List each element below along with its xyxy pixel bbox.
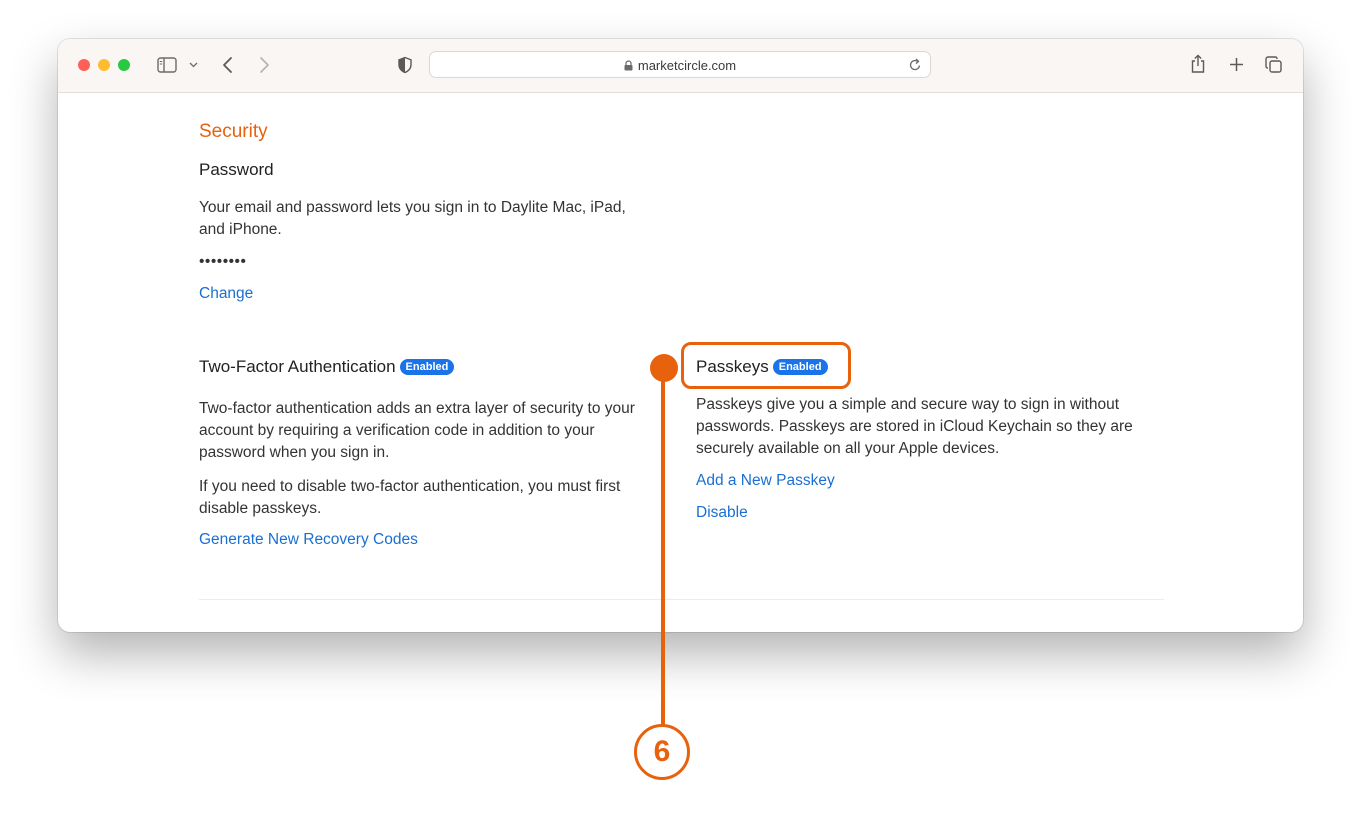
callout-leader-line bbox=[661, 368, 665, 726]
callout-number: 6 bbox=[634, 724, 690, 780]
plus-icon[interactable] bbox=[1229, 57, 1244, 72]
section-divider bbox=[199, 599, 1164, 600]
passkeys-description-line2: passwords. Passkeys are stored in iCloud… bbox=[696, 418, 1133, 435]
chevron-down-icon[interactable] bbox=[189, 62, 198, 68]
add-passkey-link[interactable]: Add a New Passkey bbox=[696, 472, 835, 490]
shield-icon[interactable] bbox=[397, 56, 413, 74]
two-factor-description-line2: account by requiring a verification code… bbox=[199, 422, 595, 439]
forward-icon[interactable] bbox=[258, 56, 270, 74]
change-password-link[interactable]: Change bbox=[199, 285, 253, 303]
two-factor-heading: Two-Factor Authentication bbox=[199, 357, 396, 376]
tabs-overview-icon[interactable] bbox=[1265, 56, 1283, 74]
password-description-line1: Your email and password lets you sign in… bbox=[199, 199, 626, 216]
zoom-window-button[interactable] bbox=[118, 59, 130, 71]
lock-icon bbox=[624, 60, 633, 71]
disable-passkeys-link[interactable]: Disable bbox=[696, 504, 748, 522]
share-icon[interactable] bbox=[1190, 54, 1206, 74]
back-icon[interactable] bbox=[222, 56, 234, 74]
two-factor-description-line1: Two-factor authentication adds an extra … bbox=[199, 400, 635, 417]
passkeys-description-line1: Passkeys give you a simple and secure wa… bbox=[696, 396, 1120, 413]
url-text: marketcircle.com bbox=[637, 58, 737, 73]
two-factor-description-line3: password when you sign in. bbox=[199, 444, 390, 461]
reload-icon[interactable] bbox=[909, 58, 922, 72]
password-description-line2: and iPhone. bbox=[199, 221, 282, 238]
generate-recovery-codes-link[interactable]: Generate New Recovery Codes bbox=[199, 531, 418, 549]
two-factor-heading-row: Two-Factor Authentication Enabled bbox=[199, 357, 455, 377]
minimize-window-button[interactable] bbox=[98, 59, 110, 71]
address-bar[interactable]: marketcircle.com bbox=[429, 51, 931, 78]
two-factor-note-line1: If you need to disable two-factor authen… bbox=[199, 478, 621, 495]
two-factor-status-badge: Enabled bbox=[399, 359, 455, 375]
section-title: Security bbox=[199, 121, 268, 142]
close-window-button[interactable] bbox=[78, 59, 90, 71]
masked-password: •••••••• bbox=[199, 253, 247, 270]
sidebar-icon[interactable] bbox=[157, 57, 177, 73]
password-heading: Password bbox=[199, 160, 274, 179]
two-factor-note-line2: disable passkeys. bbox=[199, 500, 322, 517]
callout-anchor-dot bbox=[650, 354, 678, 382]
browser-window: marketcircle.com Security Password Your … bbox=[58, 39, 1303, 632]
passkeys-description-line3: securely available on all your Apple dev… bbox=[696, 440, 1000, 457]
callout-highlight-box bbox=[681, 342, 851, 389]
browser-toolbar: marketcircle.com bbox=[58, 39, 1303, 93]
